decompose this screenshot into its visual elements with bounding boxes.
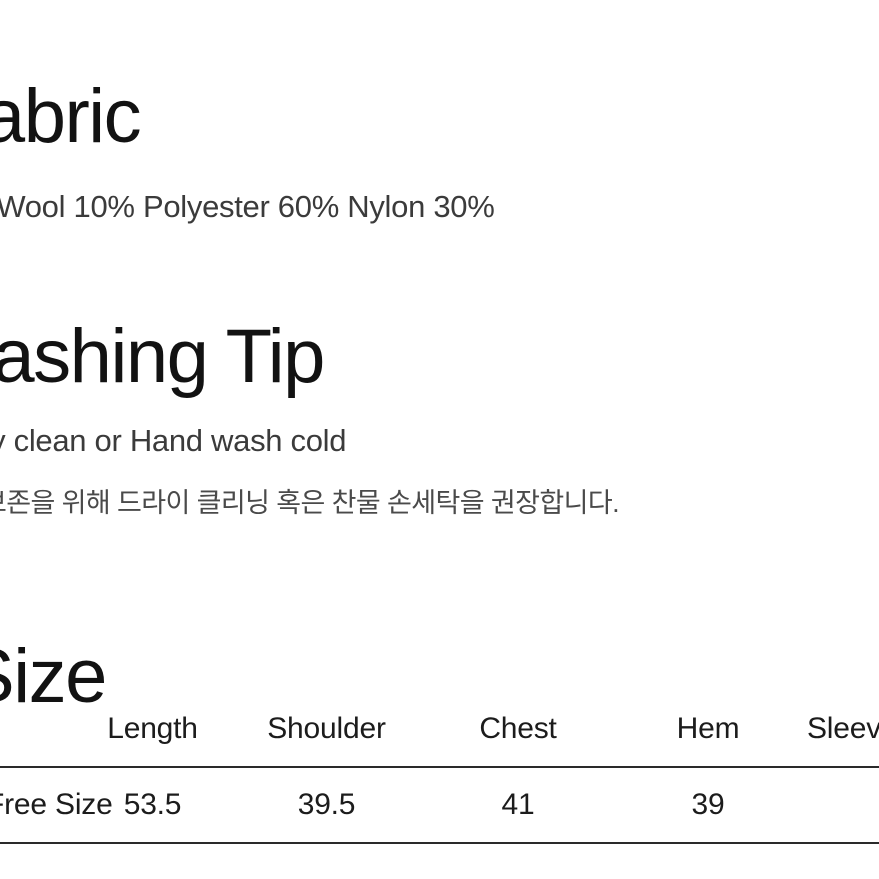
header-chest: Chest <box>423 692 613 768</box>
size-table-header: Length Shoulder Chest Hem Sleeve <box>0 692 879 768</box>
header-shoulder: Shoulder <box>230 692 423 768</box>
cell-sleeve <box>803 767 879 844</box>
table-row: Free Size 53.5 39.5 41 39 <box>0 767 879 844</box>
size-table: Length Shoulder Chest Hem Sleeve Free Si… <box>0 692 879 844</box>
header-hem: Hem <box>613 692 803 768</box>
fabric-section-heading: Fabric <box>0 73 142 159</box>
header-size-label <box>0 692 75 768</box>
header-length: Length <box>75 692 230 768</box>
cell-size-label: Free Size <box>0 767 113 844</box>
product-detail-page: Fabric - Wool 10% Polyester 60% Nylon 30… <box>0 0 879 879</box>
size-table-body: Free Size 53.5 39.5 41 39 <box>0 767 879 844</box>
header-sleeve: Sleeve <box>803 692 879 768</box>
cell-shoulder: 39.5 <box>230 767 423 844</box>
fabric-composition-text: - Wool 10% Polyester 60% Nylon 30% <box>0 189 495 224</box>
cell-chest: 41 <box>423 767 613 844</box>
washing-instruction-english: Dry clean or Hand wash cold <box>0 423 347 458</box>
washing-tip-section-heading: Washing Tip <box>0 313 325 399</box>
washing-instruction-korean: 보존을 위해 드라이 클리닝 혹은 찬물 손세탁을 권장합니다. <box>0 488 620 518</box>
cell-hem: 39 <box>613 767 803 844</box>
table-header-row: Length Shoulder Chest Hem Sleeve <box>0 692 879 768</box>
